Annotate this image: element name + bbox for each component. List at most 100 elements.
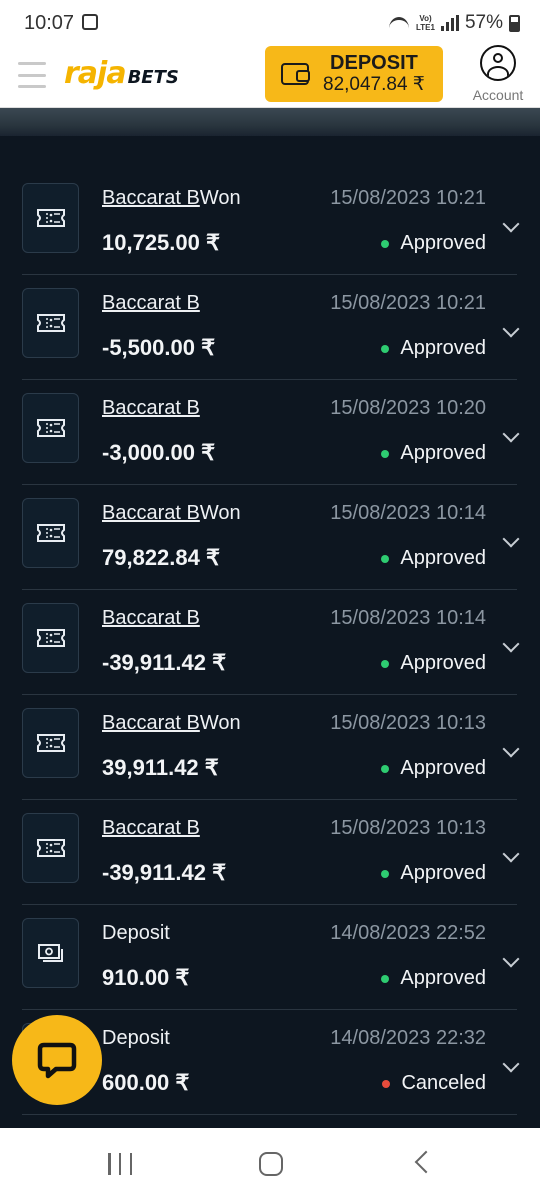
system-nav-bar <box>0 1128 540 1200</box>
transaction-game-link[interactable]: Baccarat B <box>102 817 200 839</box>
status-label: Approved <box>400 757 486 779</box>
balance-amount: 82,047.84 ₹ <box>323 74 425 95</box>
status-label: Approved <box>400 862 486 884</box>
status-dot <box>381 449 390 458</box>
transaction-game-link[interactable]: Baccarat B <box>102 712 200 734</box>
wallet-icon <box>281 63 310 85</box>
transaction-row[interactable]: Baccarat B -5,500.00 ₹ 15/08/2023 10:21 … <box>22 275 520 380</box>
ticket-icon-box <box>22 393 79 463</box>
transaction-status: Canceled <box>382 1072 486 1095</box>
ticket-icon <box>36 524 65 542</box>
account-label: Account <box>472 87 524 103</box>
ticket-icon <box>36 734 65 752</box>
transaction-row[interactable]: Baccarat BWon 39,911.42 ₹ 15/08/2023 10:… <box>22 695 520 800</box>
transaction-title[interactable]: Deposit <box>102 922 170 945</box>
status-label: Approved <box>400 652 486 674</box>
chevron-down-icon[interactable] <box>502 950 520 968</box>
chevron-down-icon[interactable] <box>502 530 520 548</box>
transaction-title-suffix: Won <box>199 712 241 734</box>
transaction-status: Approved <box>381 232 486 255</box>
transaction-game-link[interactable]: Deposit <box>102 922 170 944</box>
back-icon[interactable] <box>414 1150 438 1174</box>
transaction-amount: -3,000.00 ₹ <box>102 440 216 465</box>
ticket-icon <box>36 419 65 437</box>
status-dot <box>381 659 390 668</box>
transaction-title-suffix: Won <box>199 187 241 209</box>
transaction-title[interactable]: Baccarat B <box>102 607 200 630</box>
status-label: Approved <box>400 967 486 989</box>
transaction-title[interactable]: Baccarat B <box>102 817 200 840</box>
chevron-down-icon[interactable] <box>502 215 520 233</box>
menu-icon[interactable] <box>18 62 46 88</box>
transaction-amount: 39,911.42 ₹ <box>102 755 219 780</box>
network-label-top: Vo) <box>419 14 432 23</box>
recents-icon[interactable] <box>108 1153 132 1175</box>
transaction-row[interactable]: Baccarat B -39,911.42 ₹ 15/08/2023 10:13… <box>22 800 520 905</box>
account-button[interactable]: Account <box>468 45 528 103</box>
user-icon <box>480 45 516 81</box>
status-label: Approved <box>400 547 486 569</box>
support-chat-button[interactable] <box>12 1015 102 1105</box>
transaction-date: 14/08/2023 22:32 <box>330 1027 486 1049</box>
chevron-down-icon[interactable] <box>502 1055 520 1073</box>
battery-percent: 57% <box>464 12 503 33</box>
status-time: 10:07 <box>24 12 75 34</box>
logo-secondary: BETS <box>127 67 179 88</box>
chat-icon <box>37 1042 77 1079</box>
transaction-amount: -39,911.42 ₹ <box>102 650 227 675</box>
status-label: Approved <box>400 442 486 464</box>
transaction-status: Approved <box>381 967 486 990</box>
transaction-row[interactable]: Baccarat BWon 79,822.84 ₹ 15/08/2023 10:… <box>22 485 520 590</box>
deposit-label: DEPOSIT <box>330 52 418 74</box>
transaction-title[interactable]: Baccarat B <box>102 292 200 315</box>
transaction-date: 15/08/2023 10:21 <box>330 292 486 314</box>
transaction-game-link[interactable]: Deposit <box>102 1027 170 1049</box>
transaction-row[interactable]: Deposit 910.00 ₹ 14/08/2023 22:52 Approv… <box>22 905 520 1010</box>
transaction-game-link[interactable]: Baccarat B <box>102 502 200 524</box>
transaction-status: Approved <box>381 337 486 360</box>
transaction-amount: 910.00 ₹ <box>102 965 190 990</box>
wifi-icon <box>388 15 410 31</box>
ticket-icon-box <box>22 813 79 883</box>
transaction-game-link[interactable]: Baccarat B <box>102 607 200 629</box>
transaction-row[interactable]: Baccarat BWon 10,725.00 ₹ 15/08/2023 10:… <box>22 170 520 275</box>
status-indicators: Vo) LTE1 57% <box>388 12 520 34</box>
transaction-date: 15/08/2023 10:13 <box>330 817 486 839</box>
chevron-down-icon[interactable] <box>502 740 520 758</box>
app-header: raja BETS DEPOSIT 82,047.84 ₹ Account <box>0 45 540 108</box>
chevron-down-icon[interactable] <box>502 320 520 338</box>
status-dot <box>381 239 390 248</box>
transaction-game-link[interactable]: Baccarat B <box>102 187 200 209</box>
home-icon[interactable] <box>259 1152 283 1176</box>
network-label-bottom: LTE1 <box>416 23 435 32</box>
transaction-date: 15/08/2023 10:14 <box>330 607 486 629</box>
transaction-title[interactable]: Deposit <box>102 1027 170 1050</box>
transaction-amount: 10,725.00 ₹ <box>102 230 220 255</box>
header-banner <box>0 108 540 136</box>
brand-logo[interactable]: raja BETS <box>64 56 179 91</box>
transaction-title[interactable]: Baccarat BWon <box>102 187 241 210</box>
transaction-row[interactable]: Baccarat B -39,911.42 ₹ 15/08/2023 10:14… <box>22 590 520 695</box>
transaction-game-link[interactable]: Baccarat B <box>102 292 200 314</box>
ticket-icon <box>36 839 65 857</box>
status-label: Canceled <box>401 1072 486 1094</box>
transaction-title[interactable]: Baccarat B <box>102 397 200 420</box>
network-type: Vo) LTE1 <box>416 14 435 32</box>
chevron-down-icon[interactable] <box>502 845 520 863</box>
ticket-icon <box>36 209 65 227</box>
status-dot <box>381 344 390 353</box>
transaction-title[interactable]: Baccarat BWon <box>102 502 241 525</box>
transaction-status: Approved <box>381 652 486 675</box>
ticket-icon-box <box>22 288 79 358</box>
transaction-row[interactable]: Baccarat B -3,000.00 ₹ 15/08/2023 10:20 … <box>22 380 520 485</box>
transaction-amount: -39,911.42 ₹ <box>102 860 227 885</box>
chevron-down-icon[interactable] <box>502 425 520 443</box>
transaction-date: 15/08/2023 10:21 <box>330 187 486 209</box>
chevron-down-icon[interactable] <box>502 635 520 653</box>
status-dot <box>382 1079 391 1088</box>
transaction-title[interactable]: Baccarat BWon <box>102 712 241 735</box>
deposit-button[interactable]: DEPOSIT 82,047.84 ₹ <box>265 46 443 102</box>
transaction-game-link[interactable]: Baccarat B <box>102 397 200 419</box>
transaction-amount: -5,500.00 ₹ <box>102 335 216 360</box>
transaction-status: Approved <box>381 442 486 465</box>
